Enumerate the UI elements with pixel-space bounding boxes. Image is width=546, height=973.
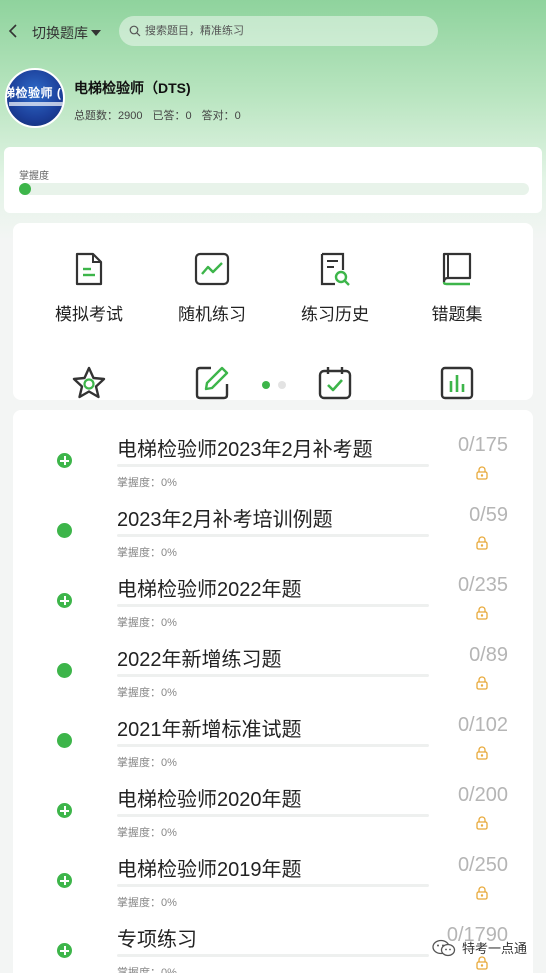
random-practice-button[interactable]: 随机练习 bbox=[152, 252, 272, 325]
back-arrow-icon[interactable] bbox=[4, 20, 24, 42]
list-item-title: 2022年新增练习题 bbox=[117, 649, 282, 671]
avatar-text: 梯检验师 (T bbox=[5, 86, 65, 100]
list-item-progress bbox=[117, 954, 429, 957]
expand-icon[interactable] bbox=[57, 873, 72, 888]
question-set-list: 电梯检验师2023年2月补考题 0/175 掌握度：0% 2023年2月补考培训… bbox=[13, 410, 533, 973]
expand-icon[interactable] bbox=[57, 943, 72, 958]
page-dot[interactable] bbox=[278, 381, 286, 389]
list-item-count: 0/175 bbox=[457, 434, 508, 456]
lock-icon bbox=[476, 606, 488, 620]
wrong-questions-button[interactable]: 错题集 bbox=[397, 252, 517, 325]
list-item[interactable]: 电梯检验师2023年2月补考题 0/175 掌握度：0% bbox=[13, 410, 533, 489]
notes-button[interactable] bbox=[152, 365, 272, 400]
calendar-check-icon bbox=[318, 367, 352, 400]
list-item-count: 0/59 bbox=[469, 504, 508, 526]
mastery-card: 掌握度 bbox=[4, 147, 542, 213]
random-practice-label: 随机练习 bbox=[178, 305, 246, 324]
lock-icon bbox=[476, 466, 488, 480]
correct-count: 答对：0 bbox=[201, 110, 241, 122]
list-item-title: 电梯检验师2020年题 bbox=[117, 789, 302, 811]
list-item-progress bbox=[117, 534, 429, 537]
bank-avatar: 梯检验师 (T bbox=[5, 68, 65, 128]
status-dot-icon bbox=[57, 733, 72, 748]
search-icon bbox=[129, 25, 141, 37]
list-item[interactable]: 电梯检验师2019年题 0/250 掌握度：0% bbox=[13, 830, 533, 909]
avatar-banner bbox=[9, 102, 63, 106]
list-item-progress bbox=[117, 674, 429, 677]
practice-history-button[interactable]: 练习历史 bbox=[275, 252, 395, 325]
page-dot-active[interactable] bbox=[262, 381, 270, 389]
lock-icon bbox=[476, 676, 488, 690]
list-item-count: 0/102 bbox=[457, 714, 508, 736]
edit-icon bbox=[195, 366, 229, 400]
bar-chart-icon bbox=[440, 366, 474, 400]
lock-icon bbox=[476, 886, 488, 900]
list-item[interactable]: 电梯检验师2020年题 0/200 掌握度：0% bbox=[13, 760, 533, 839]
list-item-progress bbox=[117, 884, 429, 887]
statistics-button[interactable] bbox=[397, 365, 517, 400]
lock-icon bbox=[476, 746, 488, 760]
bank-title: 电梯检验师（DTS) bbox=[74, 80, 191, 96]
practice-history-label: 练习历史 bbox=[301, 305, 369, 324]
answered-count: 已答：0 bbox=[152, 110, 192, 122]
lock-icon bbox=[476, 956, 488, 970]
list-item-title: 2023年2月补考培训例题 bbox=[117, 509, 333, 531]
list-item-progress bbox=[117, 814, 429, 817]
caret-down-icon bbox=[91, 30, 101, 36]
list-item[interactable]: 2022年新增练习题 0/89 掌握度：0% bbox=[13, 620, 533, 699]
document-icon bbox=[75, 252, 103, 286]
search-document-icon bbox=[320, 252, 350, 286]
list-item-title: 2021年新增标准试题 bbox=[117, 719, 302, 741]
expand-icon[interactable] bbox=[57, 593, 72, 608]
list-item-title: 电梯检验师2022年题 bbox=[117, 579, 302, 601]
function-menu: 模拟考试 随机练习 练习历史 错题集 bbox=[13, 223, 533, 400]
list-item-progress bbox=[117, 464, 429, 467]
book-icon bbox=[442, 252, 472, 286]
mastery-progress-bar bbox=[19, 183, 529, 195]
mastery-progress-fill bbox=[19, 183, 31, 195]
check-in-button[interactable] bbox=[275, 365, 395, 400]
wrong-questions-label: 错题集 bbox=[431, 305, 483, 324]
wechat-icon bbox=[432, 939, 456, 956]
status-dot-icon bbox=[57, 523, 72, 538]
search-bar[interactable] bbox=[119, 16, 438, 46]
watermark: 特考一点通 bbox=[432, 938, 527, 957]
switch-bank-button[interactable]: 切换题库 bbox=[32, 23, 101, 43]
list-item[interactable]: 2021年新增标准试题 0/102 掌握度：0% bbox=[13, 690, 533, 769]
list-item-mastery: 掌握度：0% bbox=[117, 967, 177, 973]
list-item-count: 0/200 bbox=[457, 784, 508, 806]
lock-icon bbox=[476, 816, 488, 830]
chart-line-icon bbox=[194, 252, 230, 286]
list-item-progress bbox=[117, 744, 429, 747]
switch-bank-label: 切换题库 bbox=[32, 25, 88, 41]
list-item-title: 专项练习 bbox=[117, 929, 197, 951]
lock-icon bbox=[476, 536, 488, 550]
expand-icon[interactable] bbox=[57, 453, 72, 468]
expand-icon[interactable] bbox=[57, 803, 72, 818]
status-dot-icon bbox=[57, 663, 72, 678]
list-item[interactable]: 2023年2月补考培训例题 0/59 掌握度：0% bbox=[13, 480, 533, 559]
star-icon bbox=[72, 366, 106, 399]
list-item-progress bbox=[117, 604, 429, 607]
list-item-title: 电梯检验师2023年2月补考题 bbox=[117, 439, 373, 461]
list-item[interactable]: 电梯检验师2022年题 0/235 掌握度：0% bbox=[13, 550, 533, 629]
search-input[interactable] bbox=[145, 25, 415, 37]
bank-stats: 总题数：2900 已答：0 答对：0 bbox=[74, 107, 241, 123]
list-item-count: 0/250 bbox=[457, 854, 508, 876]
list-item[interactable]: 专项练习 0/1790 掌握度：0% bbox=[13, 900, 533, 973]
total-count: 总题数：2900 bbox=[74, 110, 143, 122]
favorites-button[interactable] bbox=[29, 365, 149, 400]
mastery-label: 掌握度 bbox=[19, 171, 49, 182]
list-item-count: 0/235 bbox=[457, 574, 508, 596]
list-item-count: 0/89 bbox=[469, 644, 508, 666]
top-bar: 切换题库 bbox=[0, 14, 546, 48]
mock-exam-button[interactable]: 模拟考试 bbox=[29, 252, 149, 325]
mock-exam-label: 模拟考试 bbox=[55, 305, 123, 324]
list-item-title: 电梯检验师2019年题 bbox=[117, 859, 302, 881]
watermark-text: 特考一点通 bbox=[462, 941, 528, 956]
